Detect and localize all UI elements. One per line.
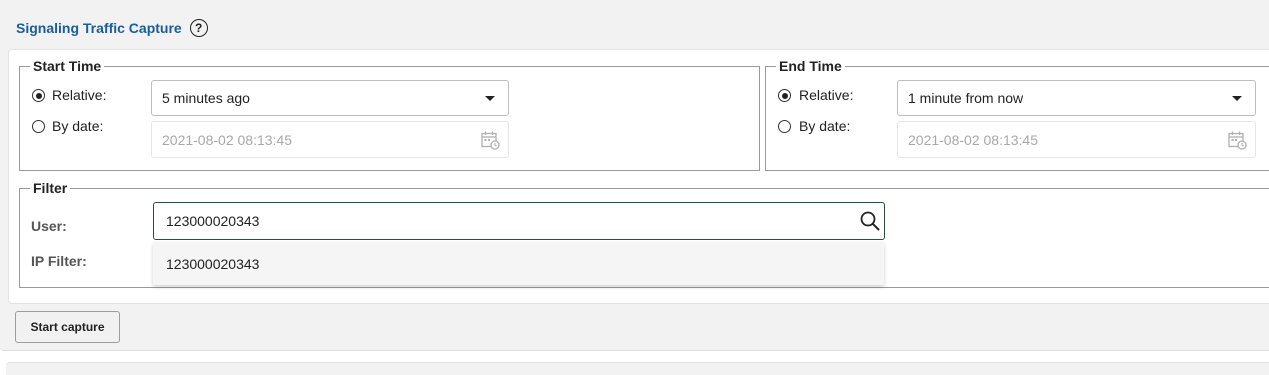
end-time-legend: End Time: [779, 58, 842, 74]
calendar-icon: [481, 131, 500, 150]
user-label: User:: [31, 218, 67, 234]
start-date-field: 2021-08-02 08:13:45: [151, 121, 509, 158]
user-suggestion-item[interactable]: 123000020343: [153, 242, 884, 285]
start-by-date-label: By date:: [52, 118, 104, 134]
start-relative-label: Relative:: [52, 87, 107, 103]
page-title: Signaling Traffic Capture: [16, 20, 182, 36]
start-time-legend: Start Time: [33, 58, 102, 74]
end-by-date-label: By date:: [799, 118, 851, 134]
start-relative-radio[interactable]: [32, 89, 45, 102]
start-date-value: 2021-08-02 08:13:45: [162, 131, 292, 148]
end-relative-select[interactable]: 1 minute from now: [897, 80, 1256, 116]
start-by-date-radio[interactable]: [32, 120, 45, 133]
user-search-input[interactable]: [153, 202, 885, 240]
chevron-down-icon: [1232, 96, 1242, 101]
end-relative-label: Relative:: [799, 87, 854, 103]
end-relative-radio[interactable]: [778, 89, 791, 102]
ip-filter-label: IP Filter:: [31, 253, 87, 269]
end-relative-value: 1 minute from now: [908, 90, 1024, 106]
start-capture-button[interactable]: Start capture: [15, 311, 120, 343]
title-row: Signaling Traffic Capture ?: [16, 14, 208, 42]
start-relative-value: 5 minutes ago: [162, 90, 250, 106]
end-by-date-radio[interactable]: [778, 120, 791, 133]
filter-legend: Filter: [33, 180, 68, 196]
search-icon[interactable]: [859, 210, 881, 232]
next-section-edge: [6, 362, 1269, 375]
end-date-field: 2021-08-02 08:13:45: [897, 121, 1256, 158]
end-date-value: 2021-08-02 08:13:45: [908, 131, 1038, 148]
chevron-down-icon: [485, 96, 495, 101]
help-icon[interactable]: ?: [189, 19, 208, 37]
start-relative-select[interactable]: 5 minutes ago: [151, 80, 509, 116]
calendar-icon: [1228, 131, 1247, 150]
